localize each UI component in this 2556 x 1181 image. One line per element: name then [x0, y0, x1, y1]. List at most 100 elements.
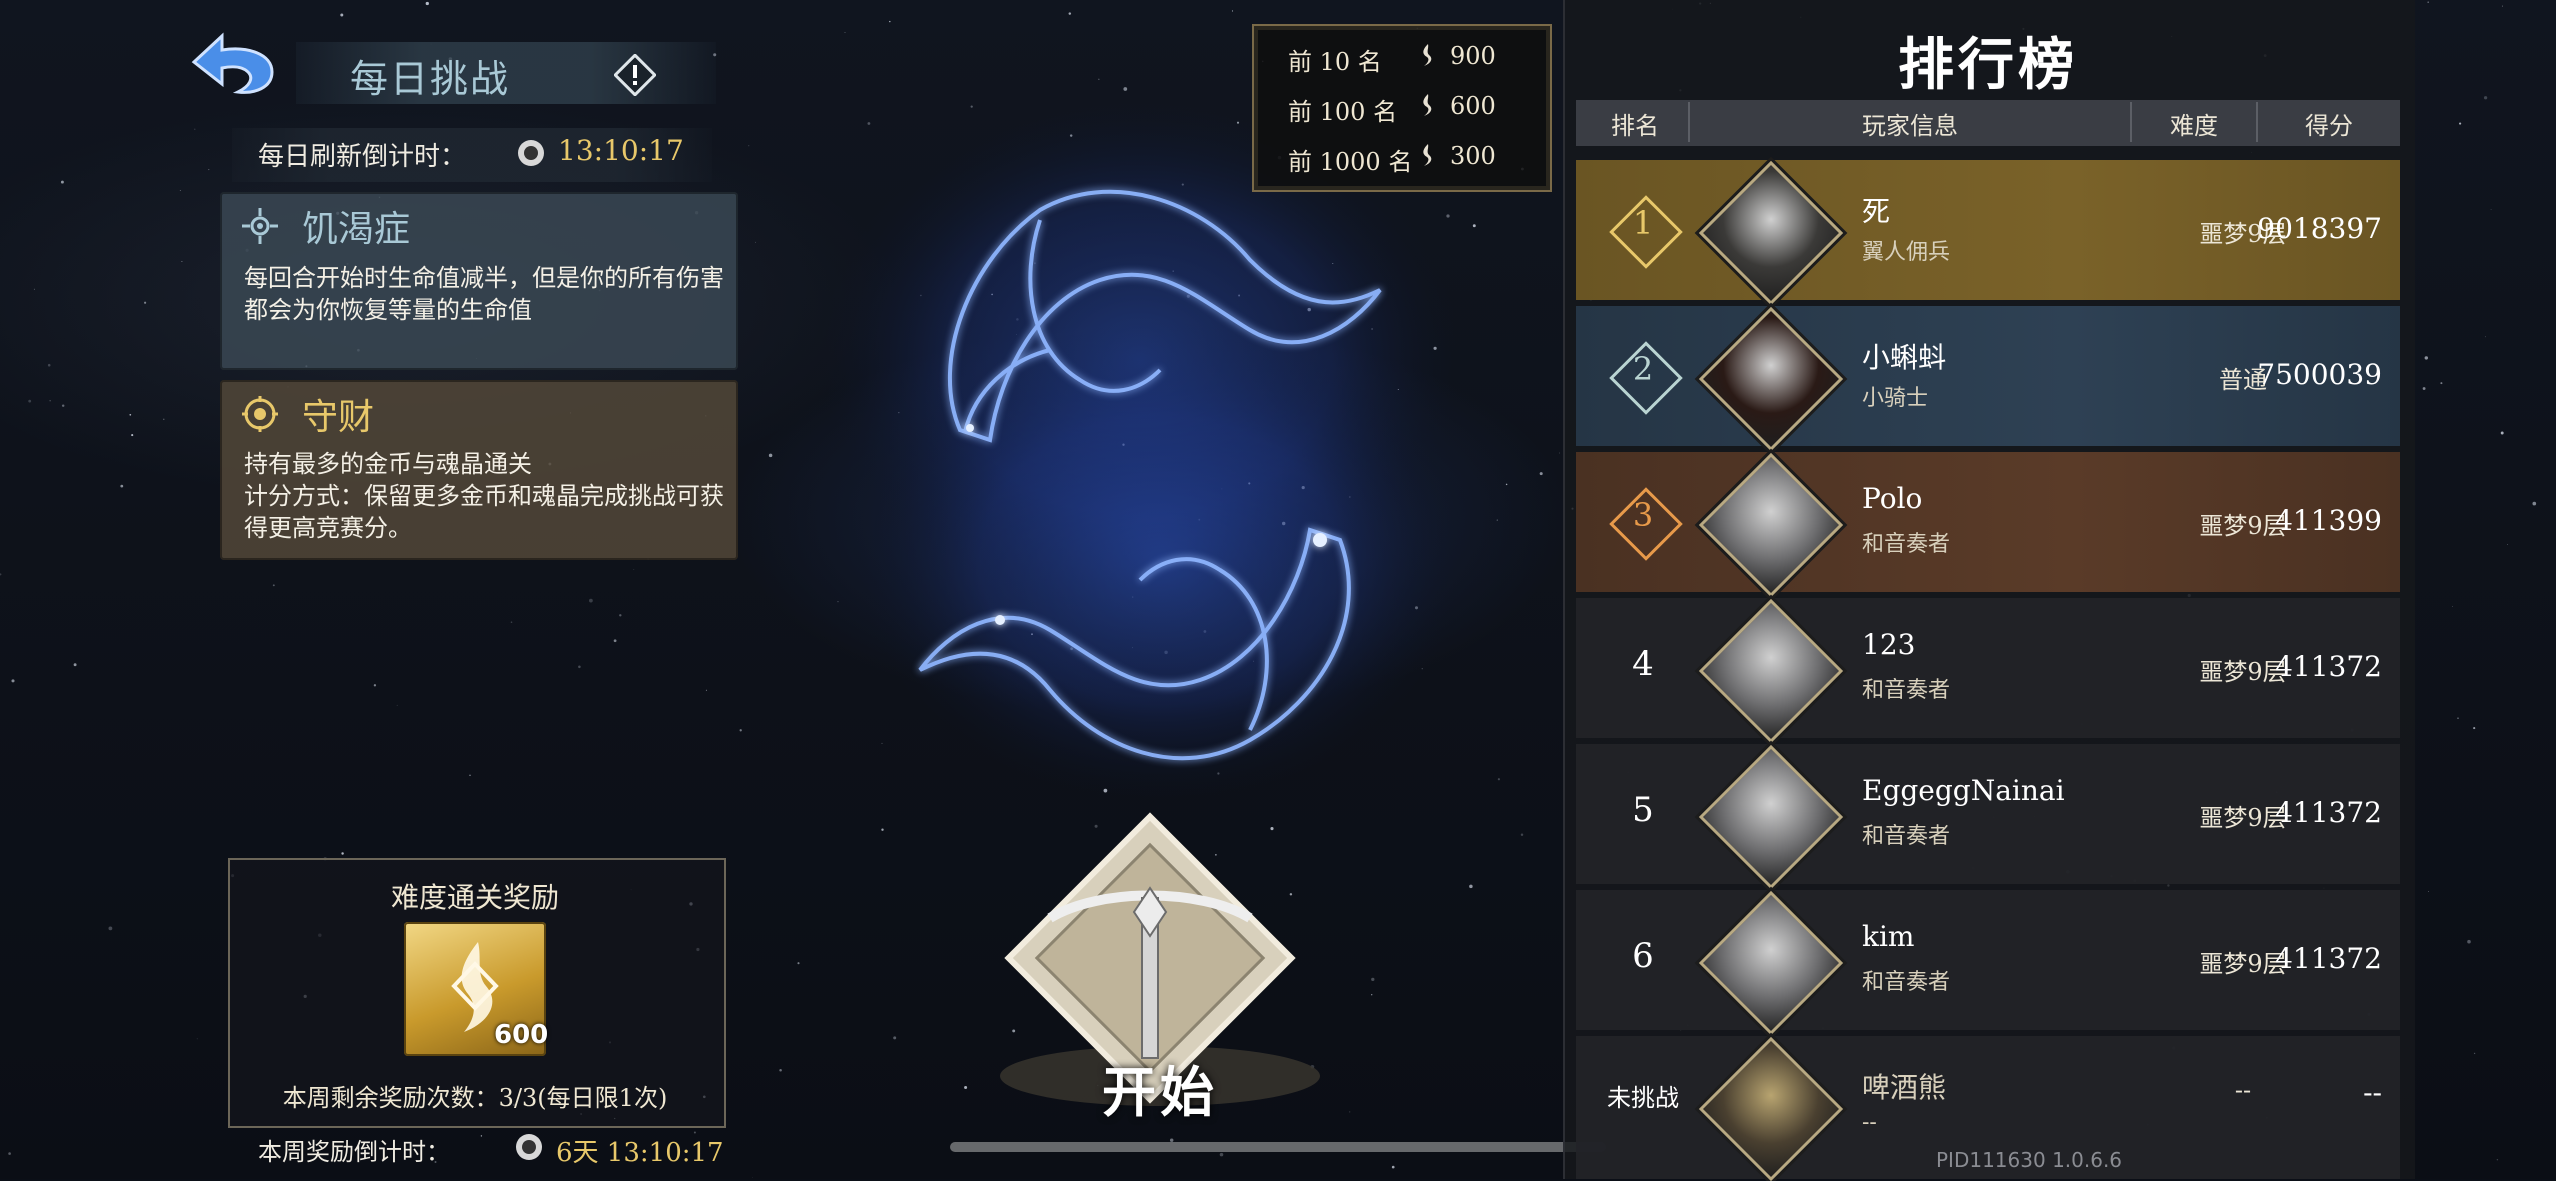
player-name: EggeggNainai [1862, 774, 2065, 807]
star [2496, 1158, 2499, 1161]
rank-number: 5 [1632, 790, 1654, 830]
difficulty-reward-title: 难度通关奖励 [390, 881, 559, 914]
info-icon[interactable] [614, 54, 656, 96]
star [748, 145, 750, 147]
star [1559, 452, 1561, 454]
rank-tier-reward: 900 [1450, 42, 1496, 70]
player-score: 411372 [2275, 942, 2382, 975]
player-score: -- [2363, 1076, 2382, 1109]
player-class: 和音奏者 [1862, 678, 1951, 703]
star [2459, 122, 2462, 125]
star [1469, 884, 1473, 889]
star [60, 180, 64, 184]
rank-number: 6 [1632, 936, 1654, 976]
page-title: 每日挑战 [349, 57, 510, 101]
player-avatar[interactable] [1698, 160, 1844, 306]
player-class: 小骑士 [1862, 386, 1929, 411]
leaderboard-row[interactable]: 6 kim 和音奏者 噩梦9层 411372 [1576, 890, 2400, 1036]
reward-remaining-count: 本周剩余奖励次数：3/3(每日限1次) [282, 1084, 668, 1112]
star [589, 598, 593, 603]
star [0, 573, 2, 576]
star [73, 663, 77, 667]
star [28, 399, 32, 403]
column-header-rank: 排名 [1611, 112, 1659, 140]
rank-tier-label: 前 10 名 [1288, 48, 1382, 76]
player-name: Polo [1862, 482, 1923, 515]
star [208, 169, 210, 171]
star [755, 241, 756, 243]
refresh-countdown-time: 13:10:17 [558, 134, 684, 167]
player-avatar[interactable] [1698, 306, 1844, 452]
rank-number: 1 [1632, 204, 1654, 242]
player-score: 411399 [2275, 504, 2382, 537]
player-avatar[interactable] [1698, 744, 1844, 890]
player-avatar[interactable] [1698, 452, 1844, 598]
star [33, 288, 35, 290]
player-score: 411372 [2275, 796, 2382, 829]
star [47, 363, 51, 367]
player-score: 7500039 [2257, 358, 2382, 391]
home-indicator [950, 1142, 1606, 1152]
star [272, 584, 275, 587]
column-header-player: 玩家信息 [1862, 112, 1958, 140]
star [2428, 891, 2430, 892]
rank-number: 2 [1632, 350, 1654, 388]
star [779, 1068, 782, 1072]
star [2500, 431, 2504, 435]
rank-number: 3 [1632, 496, 1654, 534]
player-avatar[interactable] [1698, 1036, 1844, 1181]
star [633, 568, 635, 570]
star [705, 689, 707, 691]
star [131, 434, 134, 437]
star [61, 404, 65, 407]
player-name: 死 [1862, 195, 1891, 228]
eye-sigil-icon [242, 208, 278, 244]
player-name: kim [1862, 920, 1915, 953]
weekly-countdown-label: 本周奖励倒计时： [258, 1138, 450, 1166]
star [2467, 939, 2471, 944]
star [964, 1085, 968, 1090]
modifier-desc: 持有最多的金币与魂晶通关 [244, 450, 532, 478]
soul-crystal-icon [1423, 44, 1432, 66]
star [752, 1176, 753, 1178]
star [1371, 994, 1373, 996]
star [2484, 336, 2486, 338]
star [144, 301, 147, 304]
clock-icon [516, 1134, 542, 1160]
rank-tier-reward: 600 [1450, 92, 1496, 120]
star [739, 729, 742, 732]
star [578, 665, 581, 669]
leaderboard-row[interactable]: 5 EggeggNainai 和音奏者 噩梦9层 411372 [1576, 744, 2400, 890]
leaderboard-title: 排行榜 [1898, 32, 2078, 98]
star [425, 1, 429, 6]
back-arrow-icon[interactable] [188, 28, 280, 98]
star [844, 32, 846, 33]
column-header-difficulty: 难度 [2170, 112, 2218, 140]
star [1371, 977, 1375, 982]
star [881, 828, 884, 831]
leaderboard-row[interactable]: 1 死翼人佣兵 噩梦9层 9018397 [1576, 160, 2400, 306]
star [8, 1152, 11, 1155]
star [194, 128, 196, 130]
refresh-countdown-label: 每日刷新倒计时： [258, 142, 467, 172]
player-class: -- [1862, 1110, 1877, 1135]
rank-tier-label: 前 1000 名 [1288, 148, 1413, 176]
star [1539, 472, 1543, 476]
start-button-label[interactable]: 开始 [990, 1048, 1330, 1127]
column-header-score: 得分 [2305, 112, 2353, 140]
player-avatar[interactable] [1698, 598, 1844, 744]
star [1349, 1111, 1351, 1113]
star [2457, 717, 2459, 720]
leaderboard-row[interactable]: 2 小蝌蚪 小骑士 普通 7500039 [1576, 306, 2400, 452]
star [341, 852, 344, 855]
player-avatar[interactable] [1698, 890, 1844, 1036]
star [1391, 1165, 1395, 1169]
modifier-title: 饥渴症 [302, 209, 411, 250]
leaderboard-row[interactable]: 3 Polo 和音奏者 噩梦9层 411399 [1576, 452, 2400, 598]
star [1219, 1152, 1224, 1157]
star [768, 453, 773, 458]
star [2532, 501, 2537, 506]
player-name: 啤酒熊 [1862, 1071, 1947, 1104]
leaderboard-row[interactable]: 4 123 和音奏者 噩梦9层 411372 [1576, 598, 2400, 744]
star [1505, 483, 1508, 486]
